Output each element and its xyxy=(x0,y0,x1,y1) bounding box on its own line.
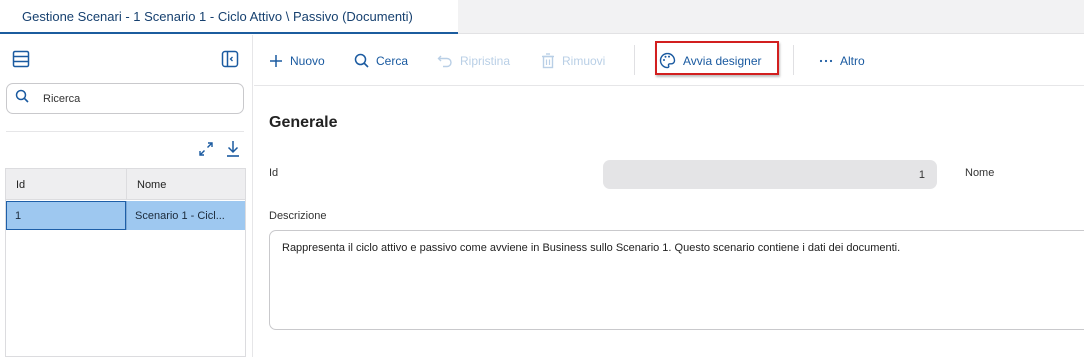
new-button[interactable]: Nuovo xyxy=(269,35,325,86)
new-label: Nuovo xyxy=(290,53,325,68)
id-field: 1 xyxy=(603,160,937,189)
toolbar: Nuovo Cerca Ripristina Rimuovi Avvia des… xyxy=(254,35,1084,86)
cell-nome[interactable]: Scenario 1 - Cicl... xyxy=(126,201,245,230)
divider xyxy=(6,131,244,132)
download-icon[interactable] xyxy=(224,139,242,159)
start-designer-button[interactable]: Avvia designer xyxy=(659,35,762,86)
column-header-id[interactable]: Id xyxy=(6,169,126,200)
search-icon xyxy=(354,53,369,68)
panel-collapse-icon[interactable] xyxy=(220,49,240,69)
column-header-nome[interactable]: Nome xyxy=(126,169,245,200)
remove-button[interactable]: Rimuovi xyxy=(541,35,605,86)
plus-icon xyxy=(270,54,282,67)
restore-button[interactable]: Ripristina xyxy=(437,35,510,86)
palette-icon xyxy=(659,52,676,69)
restore-label: Ripristina xyxy=(460,53,511,68)
remove-label: Rimuovi xyxy=(562,53,606,68)
toolbar-separator xyxy=(634,45,635,75)
table-row[interactable]: 1 Scenario 1 - Cicl... xyxy=(6,201,245,230)
trash-icon xyxy=(542,52,554,68)
search-box[interactable] xyxy=(6,83,244,114)
scenario-grid: Id Nome 1 Scenario 1 - Cicl... xyxy=(5,168,246,357)
list-icon[interactable] xyxy=(11,49,31,69)
cell-id[interactable]: 1 xyxy=(6,201,126,230)
search-label: Cerca xyxy=(376,53,409,68)
description-field[interactable]: Rappresenta il ciclo attivo e passivo co… xyxy=(269,230,1084,330)
search-icon xyxy=(15,89,29,108)
more-button[interactable]: Altro xyxy=(819,35,865,86)
search-button[interactable]: Cerca xyxy=(354,35,408,86)
tab-gestione-scenari[interactable]: Gestione Scenari - 1 Scenario 1 - Ciclo … xyxy=(0,0,458,34)
search-input[interactable] xyxy=(43,92,223,105)
designer-label: Avvia designer xyxy=(683,53,762,68)
more-label: Altro xyxy=(840,53,865,68)
tab-title: Gestione Scenari - 1 Scenario 1 - Ciclo … xyxy=(22,8,413,24)
restore-icon xyxy=(437,55,452,67)
id-label: Id xyxy=(269,167,279,179)
grid-header: Id Nome xyxy=(6,169,245,200)
tab-bar: Gestione Scenari - 1 Scenario 1 - Ciclo … xyxy=(0,0,1084,34)
more-dots-icon xyxy=(819,59,833,62)
section-title: Generale xyxy=(269,114,338,131)
name-label: Nome xyxy=(965,167,995,179)
expand-icon[interactable] xyxy=(197,140,215,158)
left-panel: Id Nome 1 Scenario 1 - Cicl... xyxy=(0,35,253,357)
toolbar-separator xyxy=(793,45,794,75)
description-label: Descrizione xyxy=(269,210,327,222)
